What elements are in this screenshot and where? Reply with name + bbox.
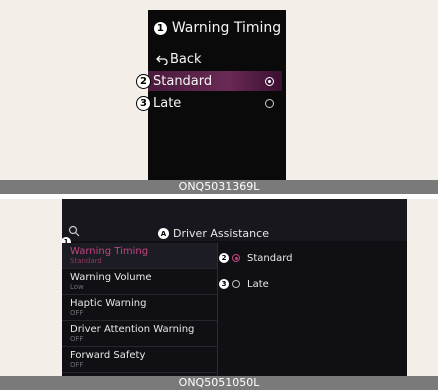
back-label: Back bbox=[170, 52, 202, 67]
menu-item-value: Standard bbox=[70, 256, 102, 265]
menu-item-title: Haptic Warning bbox=[70, 297, 147, 309]
menu-item-value: Low bbox=[70, 282, 84, 291]
option-label: Late bbox=[247, 278, 269, 290]
settings-menu: Warning Timing Standard Warning Volume L… bbox=[62, 243, 218, 376]
radio-selected-icon[interactable] bbox=[265, 76, 274, 86]
infotainment-figure: A Driver Assistance 1 Warning Timing Sta… bbox=[0, 199, 438, 390]
back-button[interactable]: Back bbox=[156, 52, 202, 67]
back-arrow-icon bbox=[156, 55, 168, 65]
screen-title: A Driver Assistance bbox=[158, 227, 269, 240]
option-late[interactable]: 3 Late bbox=[136, 93, 282, 113]
menu-item-title: Warning Timing bbox=[70, 245, 149, 257]
option-label: Standard bbox=[153, 73, 213, 89]
menu-item-warning-timing[interactable]: Warning Timing Standard bbox=[62, 243, 217, 269]
menu-item-haptic-warning[interactable]: Haptic Warning OFF bbox=[62, 295, 217, 321]
menu-item-value: OFF bbox=[70, 334, 84, 343]
radio-unselected-icon[interactable] bbox=[265, 98, 274, 108]
radio-unselected-icon[interactable] bbox=[232, 280, 240, 288]
radio-selected-icon[interactable] bbox=[232, 254, 240, 262]
menu-item-forward-safety[interactable]: Forward Safety OFF bbox=[62, 347, 217, 373]
menu-item-title: Forward Safety bbox=[70, 349, 146, 361]
cluster-title: Warning Timing bbox=[171, 20, 282, 36]
cluster-header: 1 Warning Timing bbox=[148, 20, 286, 36]
callout-2: 2 bbox=[219, 253, 229, 263]
option-standard[interactable]: 2 Standard bbox=[219, 249, 293, 267]
menu-item-value: OFF bbox=[70, 308, 84, 317]
option-label: Standard bbox=[247, 252, 293, 264]
menu-item-warning-volume[interactable]: Warning Volume Low bbox=[62, 269, 217, 295]
option-late[interactable]: 3 Late bbox=[219, 275, 269, 293]
screen-header: A Driver Assistance bbox=[62, 199, 407, 241]
cluster-figure: 1 Warning Timing Back 2 Standard 3 Late … bbox=[0, 0, 438, 194]
screen-title-text: Driver Assistance bbox=[173, 227, 269, 240]
menu-item-title: Driver Attention Warning bbox=[70, 323, 195, 335]
figure-code: ONQ5051050L bbox=[0, 376, 438, 390]
cluster-display: 1 Warning Timing Back 2 Standard 3 Late bbox=[136, 10, 286, 182]
callout-a: A bbox=[158, 228, 169, 239]
infotainment-screen: A Driver Assistance 1 Warning Timing Sta… bbox=[61, 199, 407, 376]
option-label: Late bbox=[153, 95, 182, 111]
menu-item-driver-attention-warning[interactable]: Driver Attention Warning OFF bbox=[62, 321, 217, 347]
callout-3: 3 bbox=[219, 279, 229, 289]
callout-1: 1 bbox=[152, 20, 168, 36]
menu-item-title: Warning Volume bbox=[70, 271, 152, 283]
callout-3: 3 bbox=[136, 95, 151, 111]
menu-item-value: OFF bbox=[70, 360, 84, 369]
callout-2: 2 bbox=[136, 73, 151, 89]
figure-code: ONQ5031369L bbox=[0, 180, 438, 194]
option-standard[interactable]: 2 Standard bbox=[136, 71, 282, 91]
